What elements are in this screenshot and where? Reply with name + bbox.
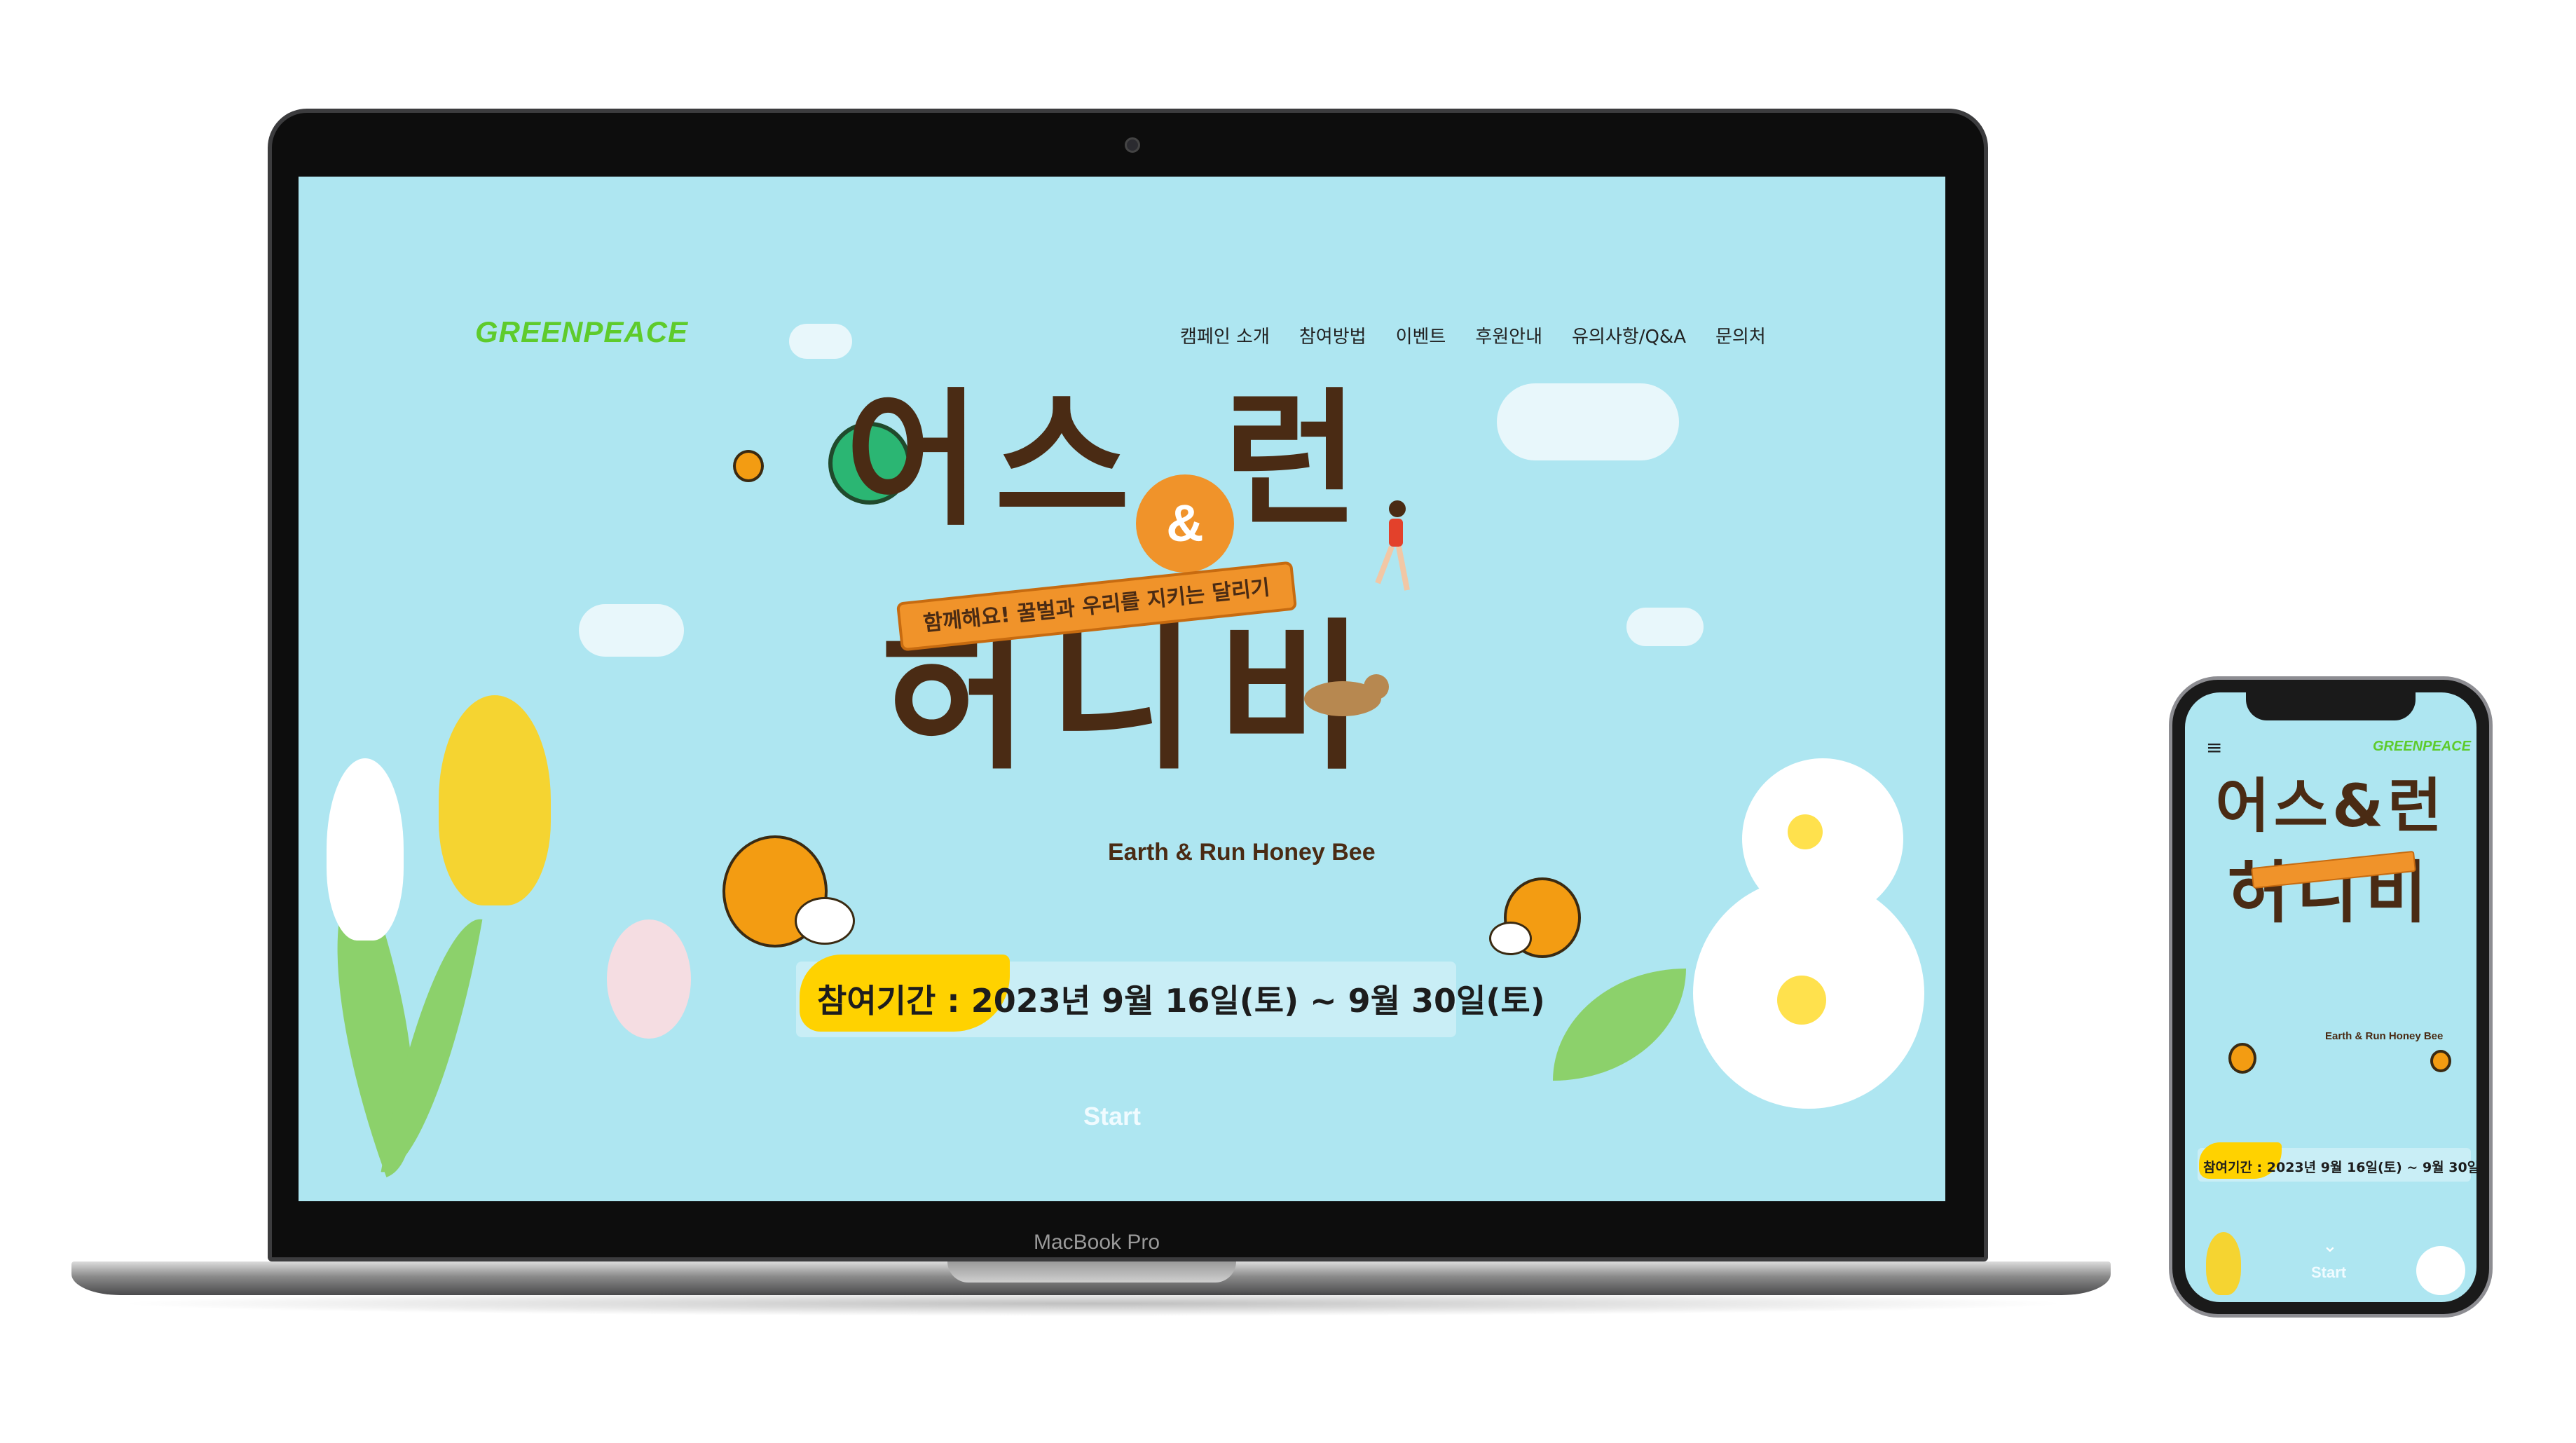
hero-title-top-right: 런 <box>1224 374 1359 546</box>
nav-how-to-join[interactable]: 참여방법 <box>1299 322 1366 348</box>
runner-icon <box>1371 499 1413 597</box>
mobile-period-text: 참여기간 : 2023년 9월 16일(토) ~ 9월 30일(토) <box>2203 1160 2476 1175</box>
bee-icon <box>2228 1043 2256 1074</box>
cloud-decoration <box>789 324 852 359</box>
bee-icon <box>722 835 855 948</box>
ampersand-badge: & <box>1136 474 1234 573</box>
main-nav: 캠페인 소개 참여방법 이벤트 후원안내 유의사항/Q&A 문의처 <box>1180 322 1766 348</box>
mobile-hero-title: 어스&런 허니비 <box>2185 777 2476 926</box>
chevron-down-icon[interactable]: ⌄ <box>2322 1236 2338 1257</box>
mobile-title-top: 어스&런 <box>2215 772 2446 840</box>
laptop-shadow <box>112 1291 2074 1316</box>
nav-contact[interactable]: 문의처 <box>1715 322 1766 348</box>
phone-notch <box>2246 692 2416 720</box>
bee-icon <box>1488 877 1581 958</box>
cloud-decoration <box>579 604 684 657</box>
white-flower-icon <box>2416 1246 2465 1295</box>
greenpeace-logo[interactable]: GREENPEACE <box>475 315 688 349</box>
nav-donation[interactable]: 후원안내 <box>1475 322 1542 348</box>
pink-flower-icon <box>607 919 691 1039</box>
bee-icon <box>2430 1050 2451 1072</box>
greenpeace-logo-mobile[interactable]: GREENPEACE <box>2373 739 2471 755</box>
yellow-crocus-icon <box>439 695 551 905</box>
flower-center-icon <box>1788 814 1823 849</box>
phone-screen: ≡ GREENPEACE 어스&런 허니비 Earth & Run Honey … <box>2185 692 2476 1302</box>
laptop-screen: GREENPEACE 캠페인 소개 참여방법 이벤트 후원안내 유의사항/Q&A… <box>299 177 1945 1201</box>
yellow-crocus-icon <box>2206 1232 2241 1295</box>
mobile-subtitle: Earth & Run Honey Bee <box>2325 1030 2444 1042</box>
laptop-brand-label: MacBook Pro <box>1033 1231 1160 1254</box>
laptop-hinge <box>947 1261 1236 1283</box>
hamburger-menu-icon[interactable]: ≡ <box>2206 736 2222 759</box>
flower-center-icon <box>1777 976 1826 1025</box>
nav-campaign-intro[interactable]: 캠페인 소개 <box>1180 322 1270 348</box>
white-flower-icon <box>1742 758 1903 919</box>
cloud-decoration <box>1626 608 1704 646</box>
period-text: 참여기간 : 2023년 9월 16일(토) ~ 9월 30일(토) <box>817 982 1545 1020</box>
dog-icon <box>1294 667 1392 730</box>
cloud-decoration <box>1497 383 1679 460</box>
leaf-decoration <box>1553 969 1686 1081</box>
hero-title: 어스 런 허니비 <box>817 374 1448 779</box>
start-button[interactable]: Start <box>1083 1102 1141 1131</box>
mobile-start-button[interactable]: Start <box>2311 1264 2346 1282</box>
white-crocus-icon <box>327 758 404 941</box>
nav-notice-qa[interactable]: 유의사항/Q&A <box>1572 322 1686 348</box>
camera-icon <box>1125 137 1140 153</box>
nav-event[interactable]: 이벤트 <box>1396 322 1446 348</box>
bee-icon <box>733 450 764 482</box>
hero-subtitle: Earth & Run Honey Bee <box>1108 839 1376 866</box>
